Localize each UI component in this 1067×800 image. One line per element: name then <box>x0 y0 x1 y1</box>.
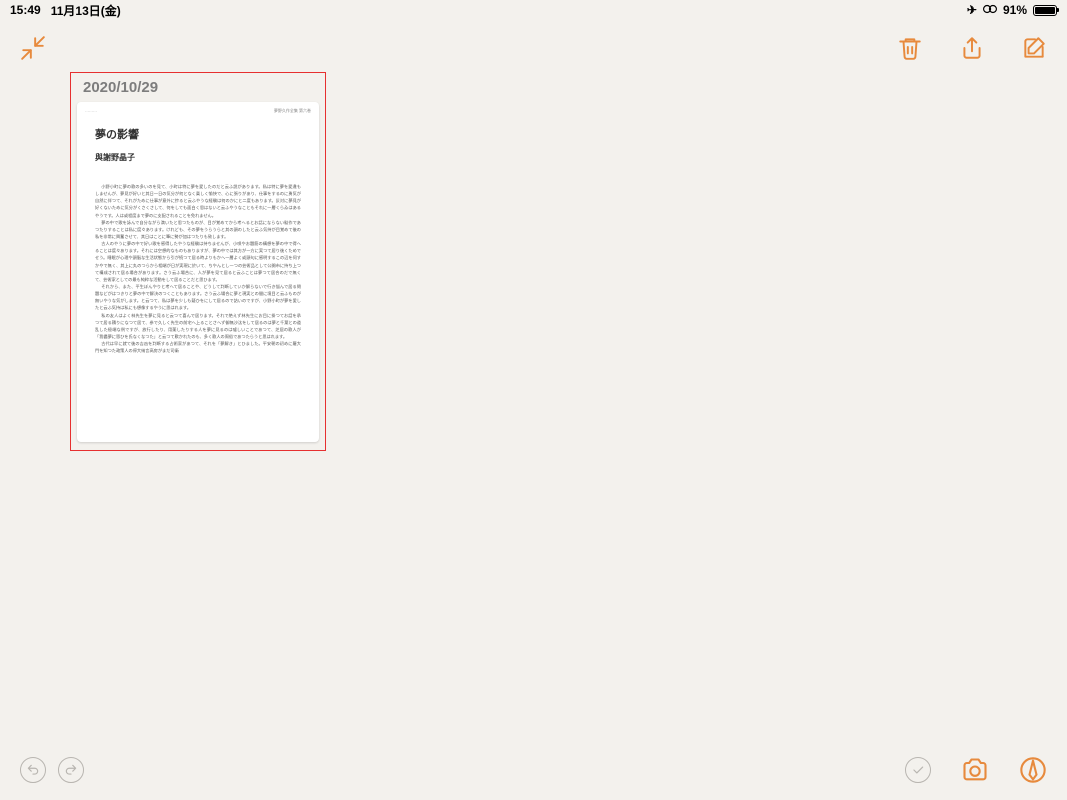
page-header-left: ……… <box>85 108 97 114</box>
thumbnail-date: 2020/10/29 <box>83 79 319 96</box>
pen-button[interactable] <box>1019 756 1047 784</box>
status-date: 11月13日(金) <box>51 2 121 19</box>
document-body: 小野小町に夢の歌の多いのを見て、小町は特に夢を愛したのだと云ふ説があります。私は… <box>95 183 301 354</box>
document-title: 夢の影響 <box>95 126 301 142</box>
compose-button[interactable] <box>1021 35 1047 61</box>
undo-button[interactable] <box>20 757 46 783</box>
bottom-toolbar <box>0 750 1067 790</box>
page-header-right: 夢野久作全集 第六巻 <box>274 108 311 114</box>
status-time: 15:49 <box>10 3 41 17</box>
page-thumbnail-area: 2020/10/29 ……… 夢野久作全集 第六巻 夢の影響 與謝野晶子 小野小… <box>70 72 326 451</box>
top-toolbar <box>0 24 1067 72</box>
done-button[interactable] <box>905 757 931 783</box>
redo-button[interactable] <box>58 757 84 783</box>
collapse-icon[interactable] <box>20 35 46 61</box>
document-author: 與謝野晶子 <box>95 152 301 163</box>
share-button[interactable] <box>959 35 985 61</box>
page-preview: ……… 夢野久作全集 第六巻 夢の影響 與謝野晶子 小野小町に夢の歌の多いのを見… <box>77 102 319 442</box>
battery-icon <box>1033 5 1057 16</box>
airplane-mode-icon: ✈ <box>967 3 977 17</box>
delete-button[interactable] <box>897 35 923 61</box>
status-battery-percent: 91% <box>1003 3 1027 17</box>
sync-icon <box>983 3 997 17</box>
status-bar: 15:49 11月13日(金) ✈ 91% <box>0 0 1067 20</box>
page-thumbnail-selected[interactable]: 2020/10/29 ……… 夢野久作全集 第六巻 夢の影響 與謝野晶子 小野小… <box>70 72 326 451</box>
camera-button[interactable] <box>961 756 989 784</box>
